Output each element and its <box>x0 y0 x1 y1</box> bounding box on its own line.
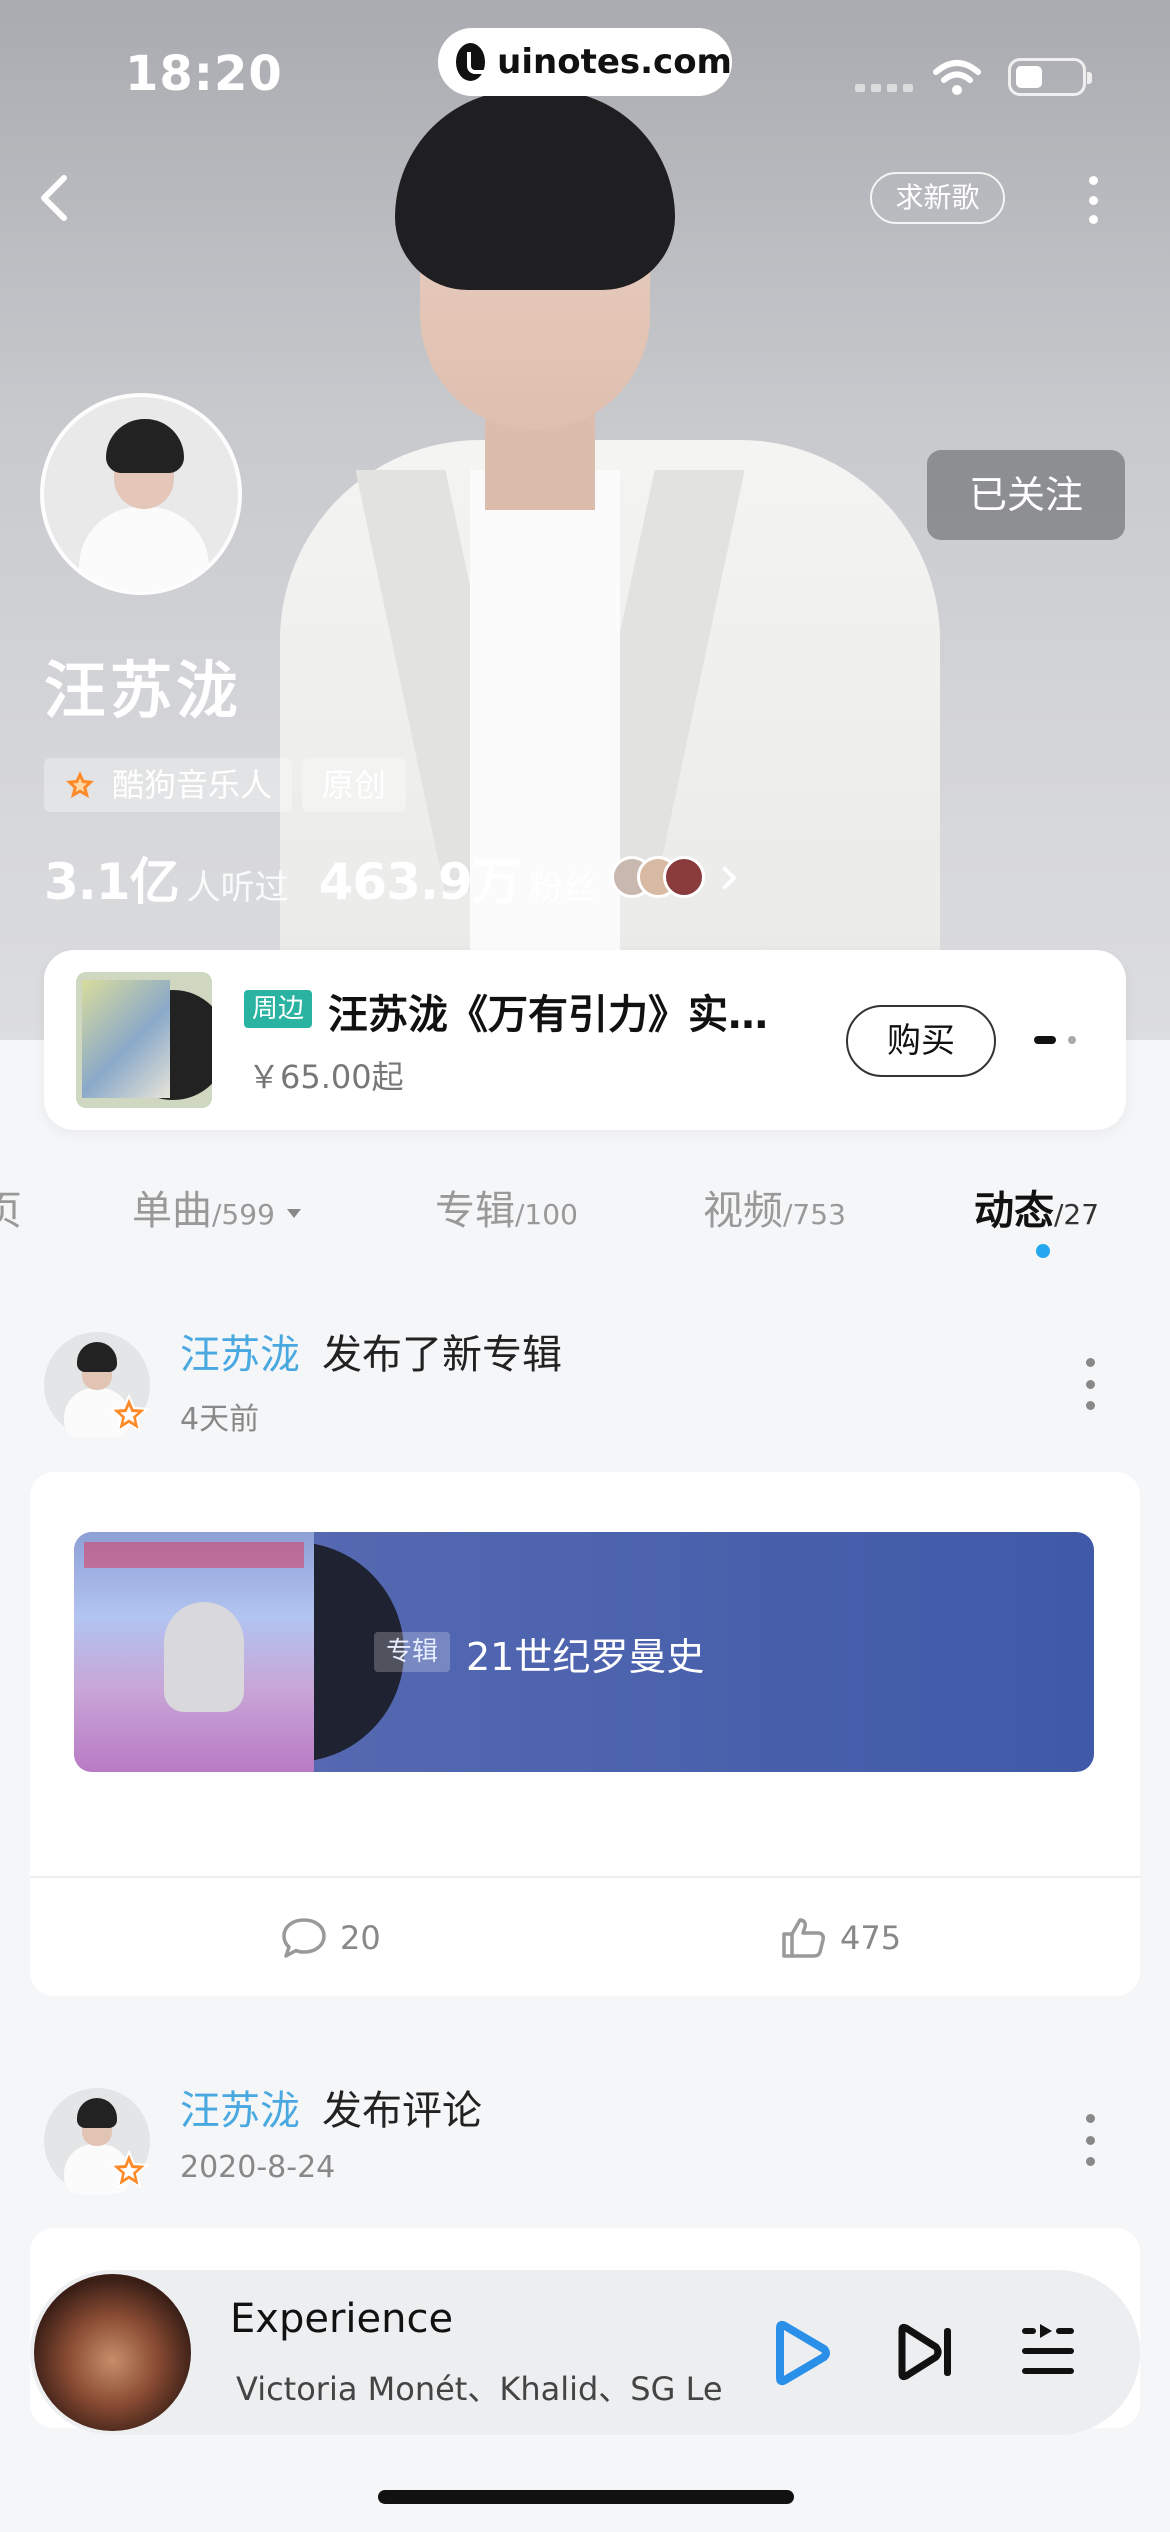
artist-stats: 3.1亿 人听过 463.9万 粉丝 <box>44 842 741 914</box>
like-count: 475 <box>840 1919 902 1957</box>
player-track-title: Experience <box>230 2296 454 2342</box>
status-time: 18:20 <box>125 46 283 102</box>
post-author[interactable]: 汪苏泷 <box>180 1322 300 1380</box>
uinotes-logo-icon <box>456 43 492 81</box>
thumbs-up-icon <box>782 1918 825 1958</box>
tab-songs[interactable]: 单曲/599 <box>132 1178 301 1236</box>
fan-avatars[interactable] <box>610 856 711 900</box>
like-button[interactable]: 475 <box>780 1916 901 1960</box>
post-actions: 20 475 <box>30 1878 1140 1996</box>
tab-moments[interactable]: 动态/27 <box>974 1178 1099 1236</box>
wifi-icon <box>933 60 981 95</box>
more-options-icon[interactable] <box>1083 170 1103 230</box>
post-action-text: 发布了新专辑 <box>322 1332 562 1378</box>
tab-songs-count: /599 <box>212 1198 275 1231</box>
comment-button[interactable]: 20 <box>280 1916 381 1960</box>
tag-musician[interactable]: 酷狗音乐人 <box>44 758 293 812</box>
tab-albums-label: 专辑 <box>435 1188 515 1234</box>
fan-avatar <box>662 856 705 898</box>
artist-tags: 酷狗音乐人 原创 <box>44 758 407 812</box>
playlist-icon[interactable] <box>1020 2322 1076 2380</box>
post-header: 汪苏泷 发布了新专辑 4天前 <box>0 1322 1170 1462</box>
play-icon[interactable] <box>770 2320 832 2386</box>
pager-dots <box>1034 1036 1076 1044</box>
fans-label[interactable]: 粉丝 <box>529 860 597 909</box>
tab-moments-label: 动态 <box>974 1188 1054 1234</box>
post-header: 汪苏泷 发布评论 2020-8-24 <box>0 2078 1170 2218</box>
chevron-right-icon[interactable] <box>719 861 741 895</box>
tab-home[interactable]: 页 <box>0 1178 22 1236</box>
active-tab-indicator <box>1036 1244 1050 1258</box>
back-icon[interactable] <box>30 168 80 228</box>
tab-videos-count: /753 <box>783 1198 846 1231</box>
player-track-artist: Victoria Monét、Khalid、SG Le <box>236 2370 723 2408</box>
fans-count[interactable]: 463.9万 <box>319 842 522 914</box>
player-cover-art[interactable] <box>34 2274 191 2431</box>
merch-thumbnail <box>76 972 212 1108</box>
mini-player[interactable]: Experience Victoria Monét、Khalid、SG Le <box>30 2270 1140 2435</box>
signal-icon <box>855 84 915 92</box>
album-tag: 专辑 <box>374 1632 451 1672</box>
album-link[interactable]: 专辑 21世纪罗曼史 <box>74 1532 1094 1772</box>
post-more-icon[interactable] <box>1080 2110 1100 2170</box>
url-text: uinotes.com <box>497 42 732 82</box>
album-title: 21世纪罗曼史 <box>466 1635 705 1679</box>
album-cover <box>74 1532 314 1772</box>
artist-page: 18:20 uinotes.com 求新歌 已关注 汪苏泷 酷狗音乐人 原创 3… <box>0 0 1170 2532</box>
url-pill: uinotes.com <box>438 28 732 96</box>
post-time: 4天前 <box>180 1402 260 1437</box>
request-song-button[interactable]: 求新歌 <box>870 172 1005 224</box>
tab-songs-label: 单曲 <box>132 1188 212 1234</box>
tag-original-label: 原创 <box>322 766 387 804</box>
post-avatar[interactable] <box>44 1332 150 1438</box>
comment-icon <box>282 1918 326 1958</box>
content-tabs: 页 单曲/599 专辑/100 视频/753 动态/27 <box>0 1170 1170 1260</box>
post-avatar[interactable] <box>44 2088 150 2194</box>
merch-price: ￥65.00起 <box>248 1058 404 1096</box>
post-more-icon[interactable] <box>1080 1354 1100 1414</box>
verified-star-icon <box>108 1394 150 1434</box>
buy-button[interactable]: 购买 <box>846 1005 996 1077</box>
tab-moments-count: /27 <box>1054 1198 1100 1231</box>
merch-title: 汪苏泷《万有引力》实… <box>328 992 768 1038</box>
verified-star-icon <box>108 2150 150 2190</box>
tab-albums[interactable]: 专辑/100 <box>435 1178 578 1236</box>
star-badge-icon <box>66 771 94 798</box>
tag-musician-label: 酷狗音乐人 <box>112 766 273 804</box>
artist-hero: 18:20 uinotes.com 求新歌 已关注 汪苏泷 酷狗音乐人 原创 3… <box>0 0 1170 1040</box>
comment-count: 20 <box>340 1919 381 1957</box>
battery-icon <box>1008 58 1092 96</box>
sort-caret-icon[interactable] <box>286 1208 301 1218</box>
home-indicator[interactable] <box>378 2490 794 2504</box>
post-card: 专辑 21世纪罗曼史 20 475 <box>30 1472 1140 1996</box>
next-track-icon[interactable] <box>896 2322 956 2382</box>
merch-tag: 周边 <box>244 990 313 1028</box>
tab-home-label: 页 <box>0 1188 22 1234</box>
merch-card[interactable]: 周边 汪苏泷《万有引力》实… ￥65.00起 购买 <box>44 950 1126 1130</box>
artist-name: 汪苏泷 <box>44 654 243 727</box>
post-time: 2020-8-24 <box>180 2150 336 2185</box>
tab-albums-count: /100 <box>515 1198 578 1231</box>
follow-button[interactable]: 已关注 <box>927 450 1125 540</box>
post-action-text: 发布评论 <box>322 2088 482 2134</box>
listeners-count: 3.1亿 <box>44 853 180 911</box>
artist-avatar[interactable] <box>40 393 242 595</box>
tag-original[interactable]: 原创 <box>302 758 407 812</box>
post-author[interactable]: 汪苏泷 <box>180 2078 300 2136</box>
tab-videos-label: 视频 <box>703 1188 783 1234</box>
status-bar: 18:20 uinotes.com <box>0 0 1170 150</box>
tab-videos[interactable]: 视频/753 <box>703 1178 846 1236</box>
listeners-label: 人听过 <box>186 868 289 908</box>
